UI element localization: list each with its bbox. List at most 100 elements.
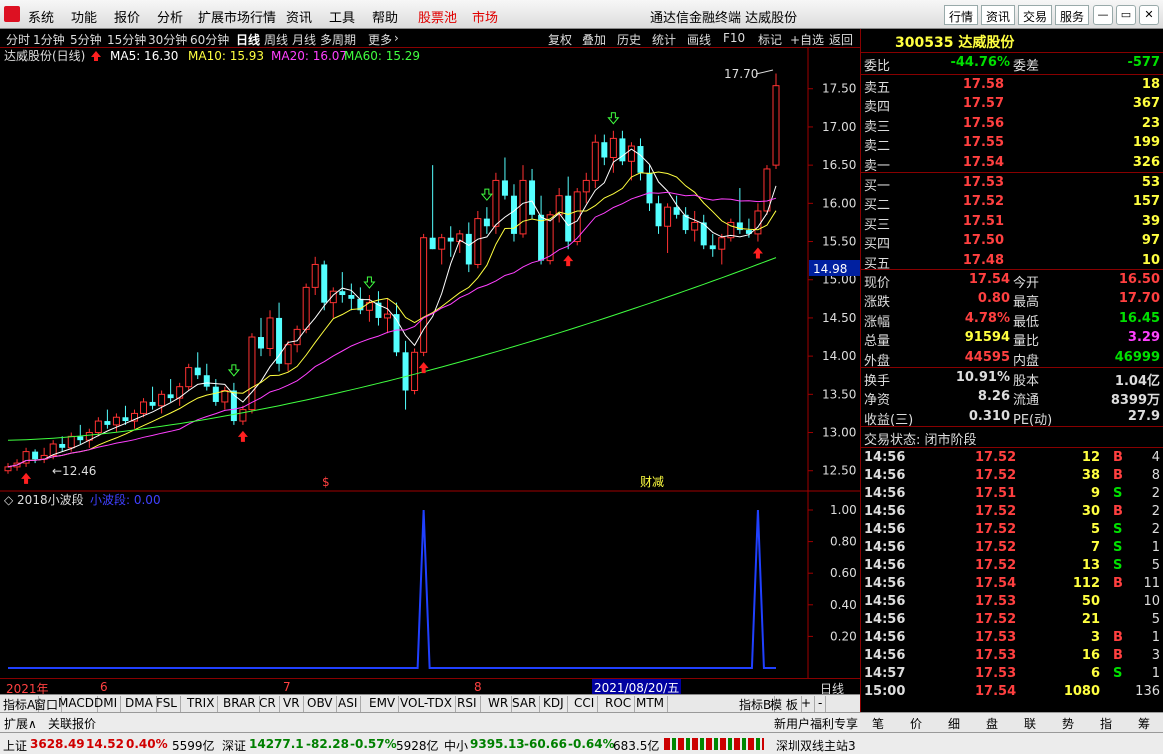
period-more[interactable]: 更多 xyxy=(368,31,392,48)
period-more-arrow-icon[interactable]: › xyxy=(394,31,399,45)
tick-count: 5 xyxy=(1151,612,1160,627)
right-tab-0[interactable]: 笔 xyxy=(872,715,884,732)
indicator-tab-3[interactable]: DMI xyxy=(91,696,122,712)
period-week[interactable]: 周线 xyxy=(264,31,288,48)
indicator-tab-10[interactable]: OBV xyxy=(304,696,337,712)
stat-value: 3.29 xyxy=(1127,330,1160,346)
server-name[interactable]: 深圳双线主站3 xyxy=(776,737,856,754)
menu-ext-market[interactable]: 扩展市场行情 xyxy=(198,7,276,26)
period-day[interactable]: 日线 xyxy=(236,31,260,48)
action-mark[interactable]: 标记 xyxy=(758,31,782,48)
indicator-tab-6[interactable]: TRIX xyxy=(184,696,219,712)
candle-body xyxy=(284,344,292,365)
indicator-tab-8[interactable]: CR xyxy=(256,696,280,712)
period-timeshare[interactable]: 分时 xyxy=(6,31,30,48)
indicator-tab-24[interactable]: - xyxy=(815,696,827,712)
period-5min[interactable]: 5分钟 xyxy=(70,31,102,48)
restore-icon[interactable]: ▭ xyxy=(1116,5,1136,25)
period-30min[interactable]: 30分钟 xyxy=(148,31,187,48)
indicator-tab-7[interactable]: BRAR xyxy=(220,696,260,712)
menu-tools[interactable]: 工具 xyxy=(329,7,355,26)
indicator-tab-13[interactable]: VOL-TDX xyxy=(397,696,456,712)
related-quote-tab[interactable]: 关联报价 xyxy=(48,715,96,732)
ytick-label: 16.00 xyxy=(822,196,856,210)
menu-stock-pool[interactable]: 股票池 xyxy=(418,7,457,26)
period-60min[interactable]: 60分钟 xyxy=(190,31,229,48)
right-tab-3[interactable]: 盘 xyxy=(986,715,998,732)
action-add-favorite[interactable]: +自选 xyxy=(790,31,824,48)
action-overlay[interactable]: 叠加 xyxy=(582,31,606,48)
menu-system[interactable]: 系统 xyxy=(28,7,54,26)
tick-price: 17.53 xyxy=(975,594,1017,609)
indicator-tab-17[interactable]: KDJ xyxy=(540,696,568,712)
candle-body xyxy=(104,421,111,425)
menu-market[interactable]: 市场 xyxy=(472,7,498,26)
action-restore-rights[interactable]: 复权 xyxy=(548,31,572,48)
tick-count: 11 xyxy=(1143,576,1160,591)
stat-label: 涨跌 xyxy=(864,295,891,311)
tick-time: 14:56 xyxy=(864,630,906,645)
indicator-tab-9[interactable]: VR xyxy=(280,696,304,712)
candle-body xyxy=(402,352,409,391)
right-tab-5[interactable]: 势 xyxy=(1062,715,1074,732)
menu-info[interactable]: 资讯 xyxy=(286,7,312,26)
tick-count: 5 xyxy=(1151,558,1160,573)
right-tab-2[interactable]: 细 xyxy=(948,715,960,732)
candle-body xyxy=(601,142,608,158)
service-button[interactable]: 服务 xyxy=(1055,5,1090,25)
stat-label: 总量 xyxy=(864,334,891,350)
candle-body xyxy=(646,172,653,204)
new-user-welfare-link[interactable]: 新用户福利专享 xyxy=(774,715,858,732)
level-label: 卖三 xyxy=(864,119,891,135)
indicator-tab-19[interactable]: ROC xyxy=(602,696,636,712)
action-back[interactable]: 返回 xyxy=(829,31,853,48)
menu-help[interactable]: 帮助 xyxy=(372,7,398,26)
candle-body xyxy=(474,218,482,265)
period-month[interactable]: 月线 xyxy=(292,31,316,48)
menu-analysis[interactable]: 分析 xyxy=(157,7,183,26)
period-1min[interactable]: 1分钟 xyxy=(33,31,65,48)
stat-label: 最低 xyxy=(1013,314,1040,330)
indicator-tab-5[interactable]: FSL xyxy=(153,696,181,712)
indicator-tab-20[interactable]: MTM xyxy=(633,696,669,712)
right-tab-1[interactable]: 价 xyxy=(910,715,922,732)
quote-button[interactable]: 行情 xyxy=(944,5,979,25)
action-f10[interactable]: F10 xyxy=(723,31,745,45)
indicator-tab-22[interactable]: 模 板 xyxy=(767,696,802,712)
indicator-tab-4[interactable]: DMA xyxy=(122,696,157,712)
indicator-tab-14[interactable]: RSI xyxy=(454,696,481,712)
info-button[interactable]: 资讯 xyxy=(981,5,1016,25)
indicator-tab-23[interactable]: + xyxy=(798,696,816,712)
indicator-tab-12[interactable]: EMV xyxy=(366,696,400,712)
close-icon[interactable]: ✕ xyxy=(1139,5,1159,25)
ext-toggle-tab[interactable]: 扩展∧ xyxy=(4,715,37,732)
ytick-label: 13.50 xyxy=(822,387,856,401)
candle-body xyxy=(538,214,545,261)
menu-quote[interactable]: 报价 xyxy=(114,7,140,26)
indicator-tab-11[interactable]: ASI xyxy=(335,696,362,712)
right-tab-7[interactable]: 筹 xyxy=(1138,715,1150,732)
action-stats[interactable]: 统计 xyxy=(652,31,676,48)
stat-value: 16.45 xyxy=(1118,310,1160,326)
chart-area[interactable]: 17.50 17.00 16.50 16.00 15.50 15.00 14.50 14.00… xyxy=(0,48,860,678)
indicator-tab-16[interactable]: SAR xyxy=(509,696,541,712)
action-draw[interactable]: 画线 xyxy=(687,31,711,48)
kline-chart[interactable]: 17.5017.0016.5016.0015.5015.0014.5014.00… xyxy=(0,48,860,678)
tick-side: B xyxy=(1113,630,1123,645)
quote-panel: 300535 达威股份 委比 -44.76% 委差 -577 卖五 17.58 18… xyxy=(860,29,1163,741)
menu-function[interactable]: 功能 xyxy=(71,7,97,26)
orderbook-row: 买二 17.52 157 xyxy=(861,193,1163,213)
stat-row: 收益(三) 0.310 PE(动) 27.9 xyxy=(861,408,1163,428)
right-tab-4[interactable]: 联 xyxy=(1024,715,1036,732)
tick-count: 8 xyxy=(1151,468,1160,483)
level-price: 17.58 xyxy=(962,77,1004,92)
period-multi[interactable]: 多周期 xyxy=(320,31,356,48)
period-15min[interactable]: 15分钟 xyxy=(107,31,146,48)
minimize-icon[interactable]: — xyxy=(1093,5,1113,25)
right-tab-6[interactable]: 指 xyxy=(1100,715,1112,732)
level-price: 17.50 xyxy=(962,233,1004,249)
trade-button[interactable]: 交易 xyxy=(1018,5,1053,25)
weicha-value: -577 xyxy=(1127,55,1160,70)
indicator-tab-18[interactable]: CCI xyxy=(571,696,599,712)
action-history[interactable]: 历史 xyxy=(617,31,641,48)
